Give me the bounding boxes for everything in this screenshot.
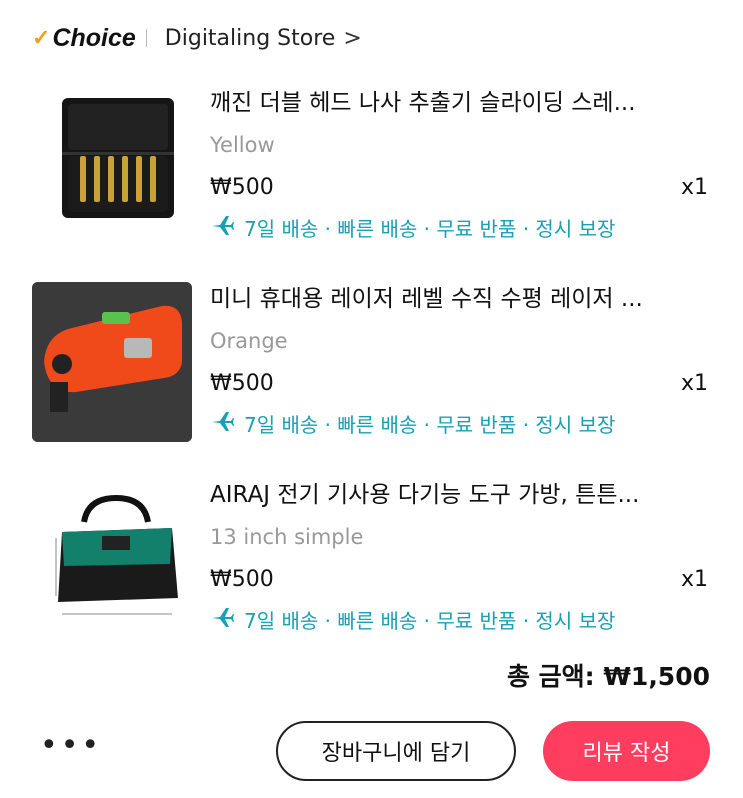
product-title[interactable]: 미니 휴대용 레이저 레벨 수직 수평 레이저 ... — [210, 282, 700, 316]
order-item[interactable]: 깨진 더블 헤드 나사 추출기 슬라이딩 스레... Yellow ₩500 x… — [32, 86, 722, 256]
product-quantity: x1 — [680, 174, 708, 200]
store-link[interactable]: Digitaling Store > — [165, 26, 362, 51]
shipping-text: 7일 배송 · 빠른 배송 · 무료 반품 · 정시 보장 — [244, 608, 616, 633]
order-item[interactable]: AIRAJ 전기 기사용 다기능 도구 가방, 튼튼... 13 inch si… — [32, 478, 722, 648]
shipping-info: 7일 배송 · 빠른 배송 · 무료 반품 · 정시 보장 — [210, 212, 722, 242]
shipping-text: 7일 배송 · 빠른 배송 · 무료 반품 · 정시 보장 — [244, 216, 616, 241]
screw-extractor-set-image — [62, 98, 174, 218]
product-image[interactable] — [32, 478, 192, 638]
product-variant: Yellow — [210, 133, 275, 157]
shipping-info: 7일 배송 · 빠른 배송 · 무료 반품 · 정시 보장 — [210, 408, 722, 438]
product-price: ₩500 — [210, 566, 274, 592]
price-row: ₩500 x1 — [210, 368, 722, 398]
item-info: AIRAJ 전기 기사용 다기능 도구 가방, 튼튼... 13 inch si… — [210, 478, 722, 634]
item-info: 깨진 더블 헤드 나사 추출기 슬라이딩 스레... Yellow ₩500 x… — [210, 86, 722, 242]
action-bar: ••• 장바구니에 담기 리뷰 작성 — [0, 718, 743, 786]
product-quantity: x1 — [680, 566, 708, 592]
laser-level-image — [32, 282, 192, 442]
airplane-icon — [210, 214, 234, 241]
price-row: ₩500 x1 — [210, 172, 722, 202]
product-variant: Orange — [210, 329, 288, 353]
store-header: ✓ Choice Digitaling Store > — [32, 18, 362, 58]
shipping-info: 7일 배송 · 빠른 배송 · 무료 반품 · 정시 보장 — [210, 604, 722, 634]
choice-label: Choice — [52, 23, 136, 52]
product-image[interactable] — [32, 282, 192, 442]
price-row: ₩500 x1 — [210, 564, 722, 594]
airplane-icon — [210, 606, 234, 633]
product-quantity: x1 — [680, 370, 708, 396]
product-title[interactable]: AIRAJ 전기 기사용 다기능 도구 가방, 튼튼... — [210, 478, 700, 512]
product-price: ₩500 — [210, 370, 274, 396]
tool-bag-image — [55, 494, 178, 615]
shipping-text: 7일 배송 · 빠른 배송 · 무료 반품 · 정시 보장 — [244, 412, 616, 437]
add-to-cart-button[interactable]: 장바구니에 담기 — [276, 721, 516, 781]
product-image[interactable] — [32, 86, 192, 246]
more-options-icon[interactable]: ••• — [40, 731, 102, 761]
header-divider — [145, 29, 147, 47]
order-item[interactable]: 미니 휴대용 레이저 레벨 수직 수평 레이저 ... Orange ₩500 … — [32, 282, 722, 452]
item-info: 미니 휴대용 레이저 레벨 수직 수평 레이저 ... Orange ₩500 … — [210, 282, 722, 438]
write-review-button[interactable]: 리뷰 작성 — [543, 721, 710, 781]
store-name: Digitaling Store — [164, 25, 336, 51]
choice-badge: ✓ Choice — [32, 24, 136, 53]
product-title[interactable]: 깨진 더블 헤드 나사 추출기 슬라이딩 스레... — [210, 86, 700, 120]
order-total: 총 금액: ₩1,500 — [506, 662, 710, 691]
product-price: ₩500 — [210, 174, 274, 200]
chevron-right-icon: > — [343, 25, 362, 51]
airplane-icon — [210, 410, 234, 437]
check-icon: ✓ — [32, 25, 51, 50]
product-variant: 13 inch simple — [210, 525, 364, 549]
